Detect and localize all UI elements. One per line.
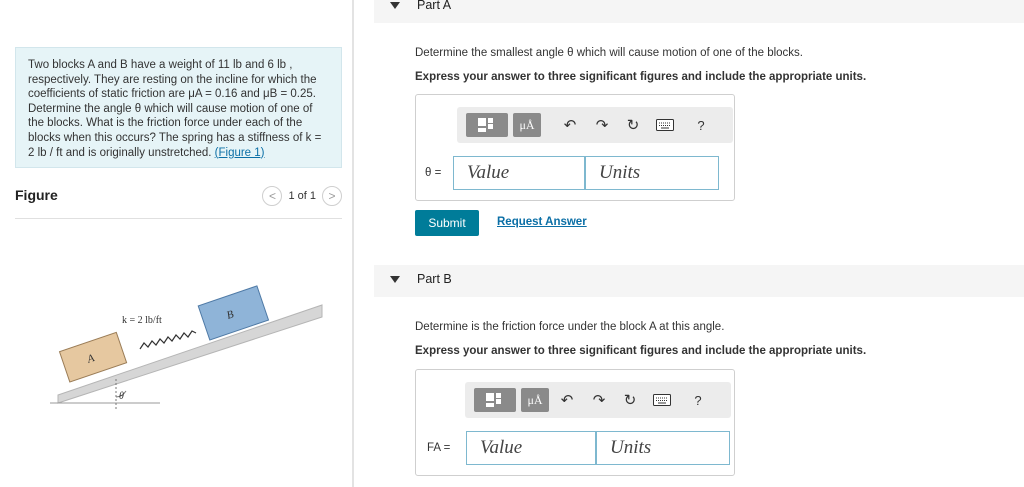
mu-units-icon[interactable]: μÅ — [521, 388, 549, 412]
part-b-toolbar: μÅ ↶ ↷ ↻ ? — [465, 382, 731, 418]
part-b-value-input[interactable]: Value — [466, 431, 596, 465]
problem-statement: Two blocks A and B have a weight of 11 l… — [15, 47, 342, 168]
help-icon[interactable]: ? — [688, 390, 708, 410]
figure-label: Figure — [15, 187, 58, 203]
help-icon[interactable]: ? — [691, 115, 711, 135]
figure-page-count: 1 of 1 — [288, 190, 316, 202]
left-panel: Two blocks A and B have a weight of 11 l… — [0, 0, 354, 487]
part-a-question: Determine the smallest angle θ which wil… — [415, 47, 804, 59]
part-a-instruction: Express your answer to three significant… — [415, 71, 867, 83]
templates-icon[interactable] — [474, 388, 516, 412]
keyboard-icon[interactable] — [655, 115, 675, 135]
templates-icon[interactable] — [466, 113, 508, 137]
incline-figure: θ A k = 2 lb/ft B — [50, 285, 323, 409]
spring-label: k = 2 lb/ft — [122, 315, 162, 326]
part-b-variable-label: FA = — [427, 442, 451, 454]
figure-divider — [15, 218, 342, 219]
next-figure-button[interactable]: > — [322, 186, 342, 206]
figure-link[interactable]: (Figure 1) — [215, 147, 265, 159]
redo-icon[interactable]: ↷ — [589, 390, 609, 410]
undo-icon[interactable]: ↶ — [560, 115, 580, 135]
angle-label: θ — [119, 391, 124, 402]
figure-pager: < 1 of 1 > — [262, 186, 342, 206]
spring — [139, 330, 197, 350]
part-b-answer-box: μÅ ↶ ↷ ↻ ? FA = Value Units — [415, 369, 735, 476]
undo-icon[interactable]: ↶ — [557, 390, 577, 410]
part-b-header[interactable]: Part B — [374, 265, 1024, 297]
part-b-title: Part B — [417, 272, 452, 286]
request-answer-link[interactable]: Request Answer — [497, 216, 587, 228]
part-b-instruction: Express your answer to three significant… — [415, 345, 867, 357]
reset-icon[interactable]: ↻ — [623, 115, 643, 135]
part-b-units-input[interactable]: Units — [596, 431, 730, 465]
part-a-value-input[interactable]: Value — [453, 156, 585, 190]
figure-bar: Figure < 1 of 1 > — [15, 186, 342, 216]
problem-text: Two blocks A and B have a weight of 11 l… — [28, 59, 322, 159]
part-a-units-input[interactable]: Units — [585, 156, 719, 190]
keyboard-icon[interactable] — [652, 390, 672, 410]
redo-icon[interactable]: ↷ — [592, 115, 612, 135]
submit-button[interactable]: Submit — [415, 210, 479, 236]
part-b-question: Determine is the friction force under th… — [415, 321, 725, 333]
panel-divider — [352, 0, 354, 487]
mu-units-icon[interactable]: μÅ — [513, 113, 541, 137]
part-a-header[interactable]: Part A — [374, 0, 1024, 23]
prev-figure-button[interactable]: < — [262, 186, 283, 206]
part-a-answer-box: μÅ ↶ ↷ ↻ ? θ = Value Units — [415, 94, 735, 201]
part-a-variable-label: θ = — [425, 167, 442, 179]
part-a-toolbar: μÅ ↶ ↷ ↻ ? — [457, 107, 733, 143]
collapse-triangle-icon[interactable] — [390, 2, 400, 9]
reset-icon[interactable]: ↻ — [620, 390, 640, 410]
collapse-triangle-icon[interactable] — [390, 276, 400, 283]
part-a-title: Part A — [417, 0, 452, 12]
